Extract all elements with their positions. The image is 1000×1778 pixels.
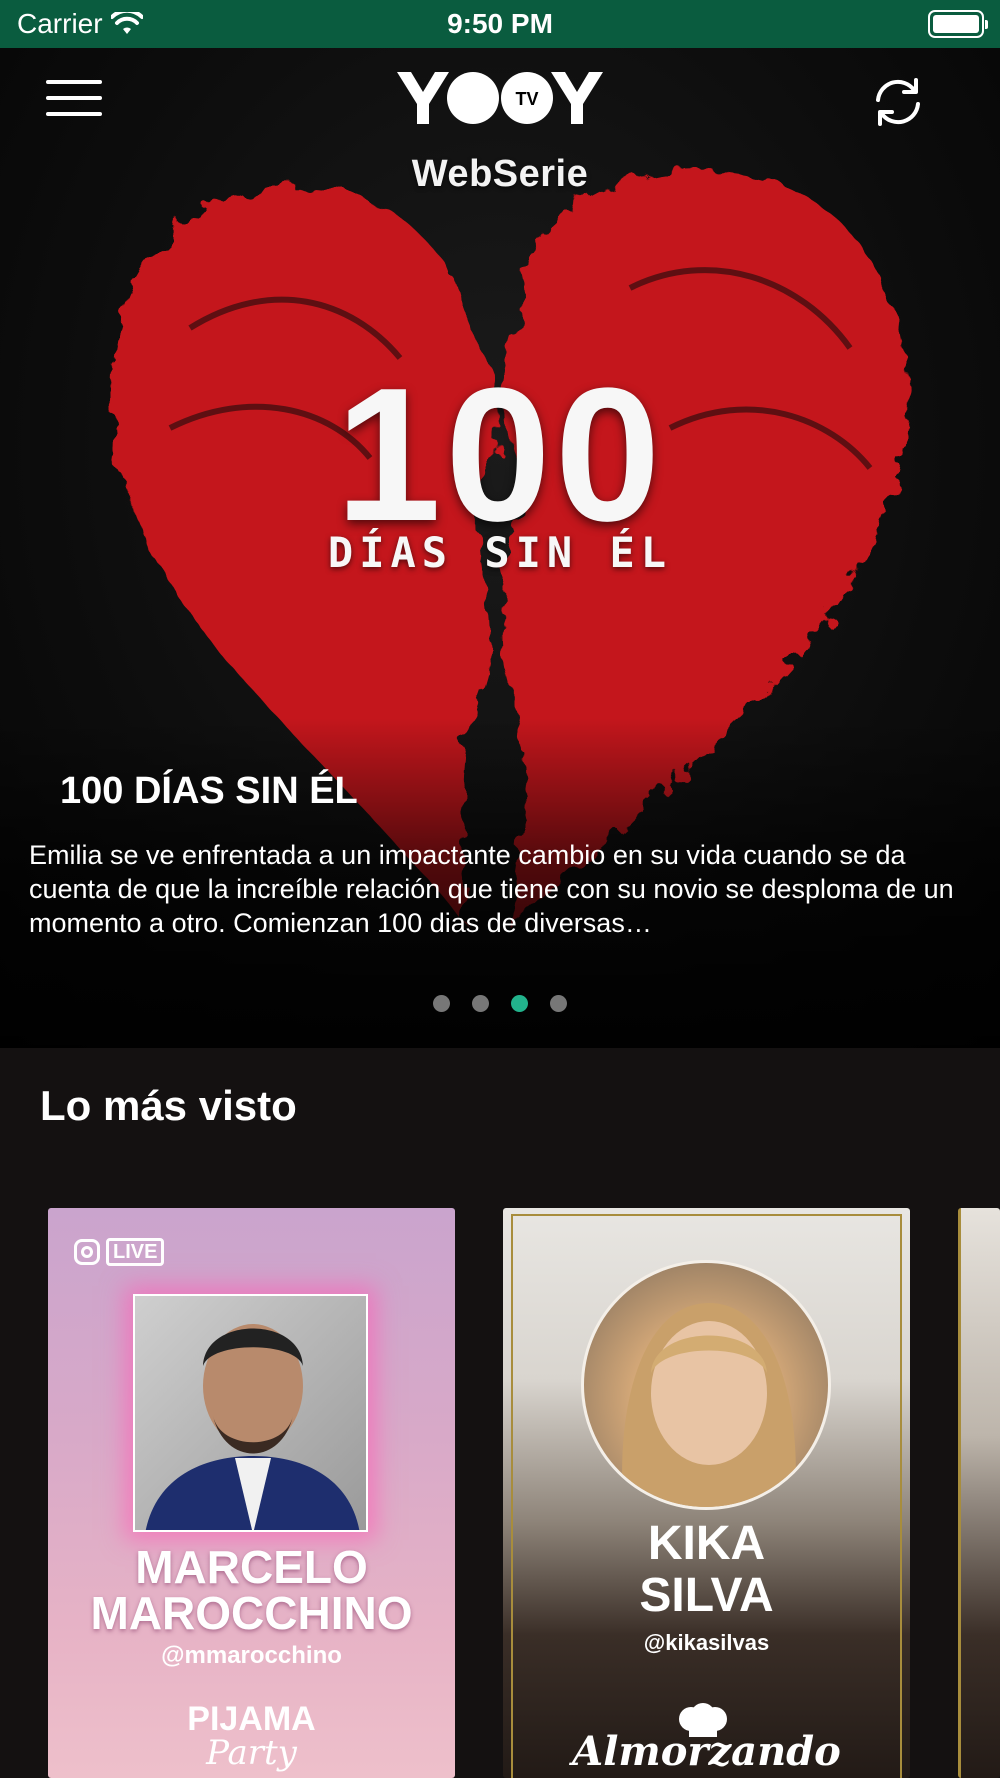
card-show-title: Almorzando: [572, 1728, 841, 1775]
hero-art-subtitle: DÍAS SIN ÉL: [327, 528, 673, 577]
battery-icon: [928, 10, 988, 38]
status-bar: Carrier 9:50 PM: [0, 0, 1000, 48]
card-name: MARCELO MAROCCHINO: [48, 1544, 455, 1636]
hero-title: 100 DÍAS SIN ÉL: [60, 770, 358, 812]
card-handle: @mmarocchino: [161, 1642, 342, 1669]
portrait-image: [581, 1260, 831, 1510]
page-dot-2[interactable]: [472, 995, 489, 1012]
logo-badge: TV: [515, 89, 538, 109]
card-show-line1: PIJAMA: [187, 1700, 316, 1738]
card-name: KIKA SILVA: [503, 1518, 910, 1622]
content-card-kika[interactable]: KIKA SILVA @kikasilvas Almorzando: [503, 1208, 910, 1778]
page-dot-1[interactable]: [433, 995, 450, 1012]
card-show-title: PIJAMA Party: [48, 1702, 455, 1770]
yooy-tv-logo: TV: [397, 72, 603, 124]
card-name-line1: MARCELO: [135, 1541, 368, 1593]
instagram-icon: [74, 1239, 100, 1265]
live-label: LIVE: [106, 1238, 165, 1266]
hero-art-number: 100: [335, 349, 665, 561]
carousel-page-indicator[interactable]: [0, 995, 1000, 1012]
content-card-marcelo[interactable]: LIVE MARCELO MAROCCHINO @mmarocchino PIJ…: [48, 1208, 455, 1778]
portrait-image: [133, 1294, 368, 1532]
hero-banner[interactable]: TV WebSerie 100 DÍAS SIN ÉL 100 DÍAS SIN…: [0, 48, 1000, 1048]
hero-category: WebSerie: [411, 153, 589, 195]
hero-description: Emilia se ve enfrentada a un impactante …: [29, 840, 954, 938]
person-silhouette: [145, 1324, 360, 1530]
section-title-most-viewed: Lo más visto: [40, 1082, 297, 1129]
hamburger-menu-line: [46, 112, 102, 116]
page-dot-4[interactable]: [550, 995, 567, 1012]
live-badge: LIVE: [74, 1238, 165, 1266]
hamburger-menu-icon: [46, 80, 102, 84]
card-name-line2: SILVA: [639, 1569, 774, 1622]
card-name-line2: MAROCCHINO: [90, 1587, 413, 1639]
refresh-icon[interactable]: [868, 72, 928, 132]
menu-button[interactable]: [46, 76, 102, 120]
card-handle: @kikasilvas: [643, 1630, 770, 1655]
card-name-line1: KIKA: [647, 1517, 766, 1570]
page-dot-3-active[interactable]: [511, 995, 528, 1012]
hamburger-menu-line: [46, 96, 102, 100]
status-time: 9:50 PM: [447, 8, 553, 39]
person-silhouette: [622, 1303, 796, 1507]
card-show-line2: Party: [206, 1733, 297, 1773]
content-card-partial[interactable]: [958, 1208, 1000, 1778]
